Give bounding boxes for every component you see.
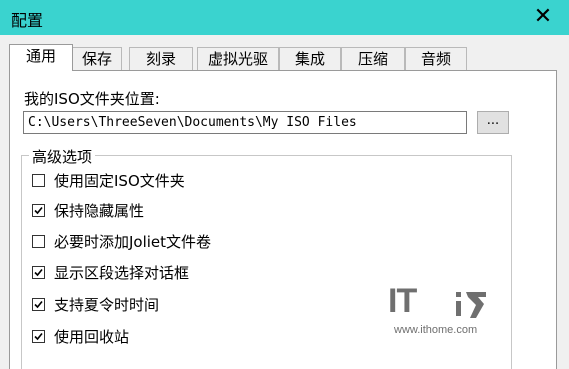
option-checkbox[interactable] [32,204,45,217]
tab-compression[interactable]: 压缩 [341,47,405,70]
option-label: 保持隐藏属性 [54,202,145,220]
advanced-options-title: 高级选项 [29,146,96,167]
tab-save[interactable]: 保存 [72,47,122,70]
tab-virtual-drive[interactable]: 虚拟光驱 [197,47,279,70]
option-label: 使用固定ISO文件夹 [54,172,185,190]
option-label: 显示区段选择对话框 [54,264,190,282]
tab-integration[interactable]: 集成 [279,47,341,70]
option-checkbox[interactable] [32,235,45,248]
ithome-logo-icon [456,292,486,318]
tab-audio[interactable]: 音频 [405,47,467,70]
watermark-url: www.ithome.com [394,324,478,336]
tab-burn[interactable]: 刻录 [129,47,193,70]
watermark-logo: IT [388,282,417,320]
window-title: 配置 [11,11,44,30]
browse-button[interactable]: ... [477,111,509,134]
close-icon[interactable]: ✕ [531,4,555,30]
title-bar: 配置 ✕ [0,0,569,35]
iso-folder-path-input[interactable]: C:\Users\ThreeSeven\Documents\My ISO Fil… [23,111,467,134]
option-label: 支持夏令时时间 [54,296,160,314]
option-label: 必要时添加Joliet文件卷 [54,233,212,251]
option-checkbox[interactable] [32,266,45,279]
option-checkbox[interactable] [32,330,45,343]
option-label: 使用回收站 [54,328,130,346]
iso-folder-label: 我的ISO文件夹位置: [24,90,160,108]
watermark: IT www.ithome.com [388,282,496,342]
option-checkbox[interactable] [32,298,45,311]
option-checkbox[interactable] [32,174,45,187]
tab-general[interactable]: 通用 [9,44,73,71]
